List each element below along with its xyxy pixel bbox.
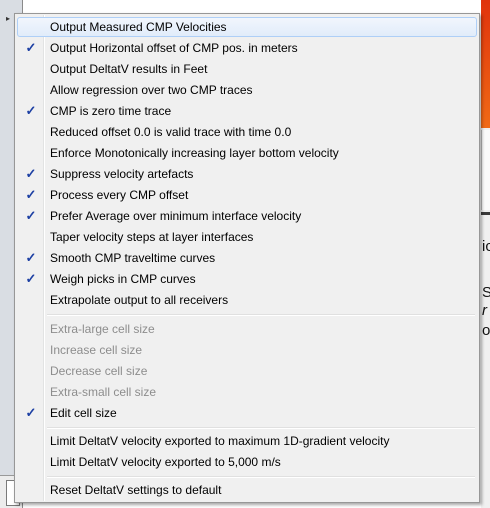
menu-item-taper-velocity-steps[interactable]: Taper velocity steps at layer interfaces	[17, 227, 477, 247]
menu-item-decrease-cell-size[interactable]: Decrease cell size	[17, 361, 477, 381]
menu-item-cmp-zero-time-trace[interactable]: ✓ CMP is zero time trace	[17, 101, 477, 121]
check-icon: ✓	[25, 40, 37, 55]
menu-item-enforce-monotonic-velocity[interactable]: Enforce Monotonically increasing layer b…	[17, 143, 477, 163]
menu-item-label: Weigh picks in CMP curves	[50, 272, 196, 286]
menu-item-label: Reduced offset 0.0 is valid trace with t…	[50, 125, 292, 139]
menu-item-label: CMP is zero time trace	[50, 104, 172, 118]
deltatv-options-menu: Output Measured CMP Velocities ✓ Output …	[14, 13, 480, 503]
submenu-arrow-icon: ▸	[6, 14, 11, 23]
menu-item-increase-cell-size[interactable]: Increase cell size	[17, 340, 477, 360]
menu-item-prefer-average-velocity[interactable]: ✓ Prefer Average over minimum interface …	[17, 206, 477, 226]
menu-item-limit-velocity-5000[interactable]: Limit DeltatV velocity exported to 5,000…	[17, 452, 477, 472]
menu-item-label: Edit cell size	[50, 406, 117, 420]
menu-item-label: Enforce Monotonically increasing layer b…	[50, 146, 339, 160]
background-right-pane	[481, 130, 490, 210]
check-icon: ✓	[25, 103, 37, 118]
check-icon: ✓	[25, 187, 37, 202]
menu-item-smooth-traveltime-curves[interactable]: ✓ Smooth CMP traveltime curves	[17, 248, 477, 268]
background-text-fragment: r	[482, 302, 487, 319]
menu-item-suppress-velocity-artefacts[interactable]: ✓ Suppress velocity artefacts	[17, 164, 477, 184]
menu-item-label: Taper velocity steps at layer interfaces	[50, 230, 254, 244]
check-icon: ✓	[25, 166, 37, 181]
menu-item-label: Smooth CMP traveltime curves	[50, 251, 216, 265]
menu-item-label: Limit DeltatV velocity exported to maxim…	[50, 434, 390, 448]
menu-item-reduced-offset-valid[interactable]: Reduced offset 0.0 is valid trace with t…	[17, 122, 477, 142]
menu-item-label: Extra-large cell size	[50, 322, 155, 336]
background-text-fragment: Se	[482, 284, 490, 301]
menu-item-output-horizontal-offset[interactable]: ✓ Output Horizontal offset of CMP pos. i…	[17, 38, 477, 58]
menu-item-reset-settings[interactable]: Reset DeltatV settings to default	[17, 480, 477, 500]
menu-item-label: Output Measured CMP Velocities	[50, 20, 227, 34]
menu-item-allow-regression[interactable]: Allow regression over two CMP traces	[17, 80, 477, 100]
menu-item-label: Reset DeltatV settings to default	[50, 483, 222, 497]
check-icon: ✓	[25, 250, 37, 265]
menu-item-extra-large-cell-size[interactable]: Extra-large cell size	[17, 319, 477, 339]
menu-separator	[47, 314, 475, 316]
background-velocity-image	[481, 0, 490, 128]
check-icon: ✓	[25, 271, 37, 286]
menu-item-label: Output Horizontal offset of CMP pos. in …	[50, 41, 298, 55]
menu-item-process-every-cmp-offset[interactable]: ✓ Process every CMP offset	[17, 185, 477, 205]
background-text-fragment: o	[482, 322, 490, 339]
menu-item-output-results-in-feet[interactable]: Output DeltatV results in Feet	[17, 59, 477, 79]
check-icon: ✓	[25, 405, 37, 420]
menu-item-output-measured-cmp-velocities[interactable]: Output Measured CMP Velocities	[17, 17, 477, 37]
background-right-bar	[481, 212, 490, 215]
menu-item-label: Extrapolate output to all receivers	[50, 293, 229, 307]
menu-item-label: Decrease cell size	[50, 364, 148, 378]
menu-item-limit-velocity-1d-gradient[interactable]: Limit DeltatV velocity exported to maxim…	[17, 431, 477, 451]
menu-item-edit-cell-size[interactable]: ✓ Edit cell size	[17, 403, 477, 423]
menu-separator	[47, 476, 475, 478]
menu-separator	[47, 427, 475, 429]
menu-item-label: Process every CMP offset	[50, 188, 189, 202]
check-icon: ✓	[25, 208, 37, 223]
menu-item-extrapolate-output[interactable]: Extrapolate output to all receivers	[17, 290, 477, 310]
menu-item-weigh-picks[interactable]: ✓ Weigh picks in CMP curves	[17, 269, 477, 289]
menu-item-label: Increase cell size	[50, 343, 143, 357]
menu-item-label: Output DeltatV results in Feet	[50, 62, 208, 76]
menu-item-label: Allow regression over two CMP traces	[50, 83, 253, 97]
menu-item-label: Extra-small cell size	[50, 385, 157, 399]
background-text-fragment: ic	[482, 238, 490, 255]
menu-item-label: Limit DeltatV velocity exported to 5,000…	[50, 455, 281, 469]
menu-item-label: Suppress velocity artefacts	[50, 167, 194, 181]
menu-item-extra-small-cell-size[interactable]: Extra-small cell size	[17, 382, 477, 402]
menu-item-label: Prefer Average over minimum interface ve…	[50, 209, 302, 223]
